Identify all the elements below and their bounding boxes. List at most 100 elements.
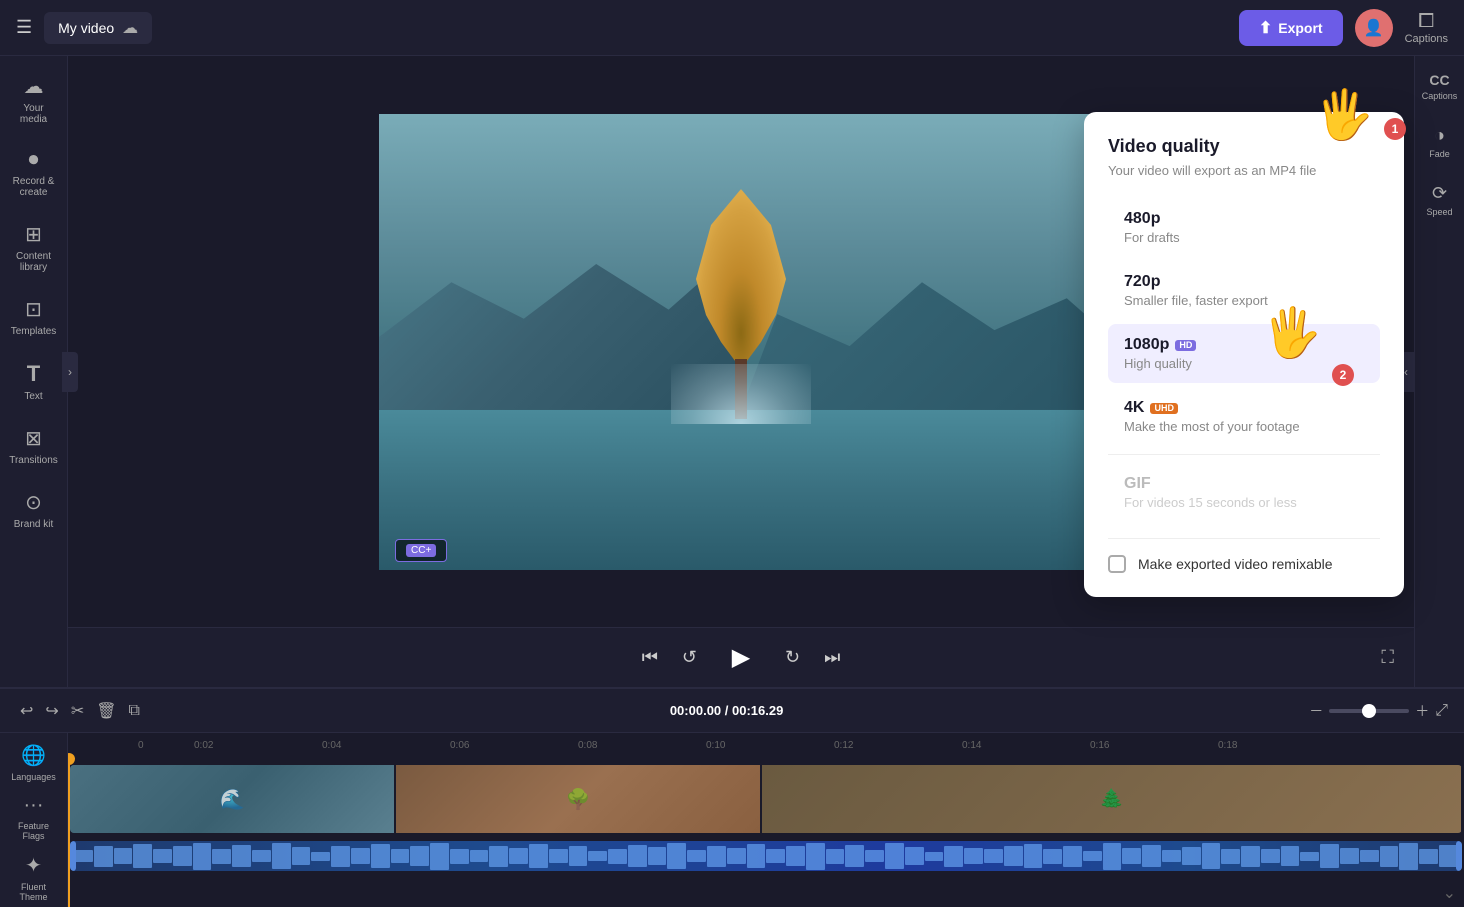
- audio-track-content[interactable]: [70, 841, 1462, 871]
- right-tool-fade[interactable]: ◑ Fade: [1417, 117, 1463, 167]
- timeline-scroll-down[interactable]: ⌄: [1443, 883, 1456, 903]
- ruler-mark-18: 0:18: [1218, 740, 1346, 751]
- sidebar-item-feature-flags[interactable]: ··· Feature Flags: [4, 788, 64, 847]
- sidebar-item-templates[interactable]: ⊡ Templates: [4, 287, 64, 347]
- wave-bar: [608, 849, 627, 864]
- wave-bar: [450, 849, 469, 864]
- sidebar-label-your-media: Your media: [10, 103, 58, 125]
- cursor-badge-2: 2: [1332, 364, 1354, 386]
- video-track-content[interactable]: 🌊 🌳: [70, 765, 1462, 833]
- zoom-out-button[interactable]: －: [1309, 701, 1323, 721]
- wave-bar: [1261, 849, 1280, 863]
- hamburger-icon[interactable]: ☰: [16, 17, 32, 38]
- sidebar-label-brand-kit: Brand kit: [14, 519, 53, 530]
- video-segment-3[interactable]: 🌲: [762, 765, 1462, 833]
- project-name-tag[interactable]: My video ☁: [44, 12, 152, 44]
- sidebar-collapse-toggle[interactable]: ›: [62, 352, 68, 392]
- remixable-checkbox[interactable]: [1108, 555, 1126, 573]
- wave-bar: [371, 844, 390, 868]
- hd-badge: HD: [1175, 340, 1196, 351]
- quality-option-720p[interactable]: 720p Smaller file, faster export: [1108, 261, 1380, 320]
- rewind-button[interactable]: ↺: [682, 647, 697, 668]
- avatar[interactable]: 👤: [1355, 9, 1393, 47]
- bottom-panel: ↩ ↪ ✂ 🗑 ⧉ 00:00.00 / 00:16.29 － ＋ ⤢ 🌐 La…: [0, 687, 1464, 907]
- subtitle-badge: CC+: [406, 544, 436, 557]
- topbar-left: ☰ My video ☁: [16, 12, 152, 44]
- skip-to-end-button[interactable]: ⏭: [824, 647, 840, 668]
- ruler-mark-12: 0:12: [834, 740, 962, 751]
- captions-top-icon[interactable]: ⧠ Captions: [1405, 10, 1448, 45]
- quality-option-gif[interactable]: GIF For videos 15 seconds or less: [1108, 463, 1380, 522]
- duplicate-button[interactable]: ⧉: [125, 698, 144, 724]
- wave-bar: [1004, 846, 1023, 866]
- ruler-mark-0: 0: [138, 740, 194, 751]
- video-track[interactable]: 🌊 🌳: [68, 765, 1464, 837]
- right-tool-captions[interactable]: CC Captions: [1417, 64, 1463, 109]
- wave-bar: [133, 844, 152, 868]
- sidebar-item-record-create[interactable]: ⏺ Record & create: [4, 139, 64, 208]
- wave-bar: [1182, 847, 1201, 865]
- wave-bar: [311, 852, 330, 861]
- redo-button[interactable]: ↪: [41, 697, 62, 725]
- wave-bar: [707, 846, 726, 867]
- wave-bar: [1320, 844, 1339, 868]
- quality-option-4k[interactable]: 4K UHD Make the most of your footage: [1108, 387, 1380, 446]
- speed-icon: ⟳: [1432, 183, 1447, 204]
- fullscreen-button[interactable]: ⛶: [1381, 647, 1394, 668]
- undo-button[interactable]: ↩: [16, 697, 37, 725]
- wave-bar: [905, 847, 924, 865]
- sidebar-label-feature-flags: Feature Flags: [8, 821, 60, 841]
- forward-button[interactable]: ↻: [785, 647, 800, 668]
- expand-timeline-button[interactable]: ⤢: [1435, 702, 1448, 720]
- audio-track[interactable]: [68, 841, 1464, 877]
- thumb-tree-3: 🌲: [1099, 787, 1124, 812]
- wave-bar: [529, 844, 548, 868]
- sidebar-item-your-media[interactable]: ☁ Your media: [4, 64, 64, 135]
- delete-button[interactable]: 🗑: [92, 697, 120, 725]
- ruler-mark-4: 0:04: [322, 740, 450, 751]
- thumb-tree-1: 🌊: [220, 787, 245, 812]
- wave-bar: [1300, 852, 1319, 861]
- wave-bar: [489, 846, 508, 867]
- wave-bar: [1103, 843, 1122, 870]
- record-icon: ⏺: [29, 149, 39, 172]
- video-segment-2[interactable]: 🌳: [396, 765, 761, 833]
- wave-bar: [509, 848, 528, 865]
- remixable-label[interactable]: Make exported video remixable: [1138, 556, 1333, 572]
- wave-bar: [925, 852, 944, 861]
- sidebar-item-content-library[interactable]: ⊞ Content library: [4, 212, 64, 283]
- audio-handle-right[interactable]: [1456, 841, 1462, 871]
- tree-foliage: [691, 189, 791, 369]
- subtitle-bar: CC+: [395, 539, 447, 562]
- sidebar-item-brand-kit[interactable]: ⊙ Brand kit: [4, 480, 64, 540]
- playhead-line: [68, 757, 70, 907]
- quality-subtitle: Your video will export as an MP4 file: [1108, 163, 1380, 178]
- thumb-tree-2: 🌳: [566, 787, 591, 812]
- skip-to-start-button[interactable]: ⏮: [642, 647, 658, 668]
- upload-icon: ⬆: [1259, 18, 1272, 38]
- export-label: Export: [1278, 20, 1322, 36]
- wave-bar: [94, 846, 113, 867]
- play-pause-button[interactable]: ▶: [721, 638, 761, 678]
- sidebar-item-text[interactable]: T Text: [4, 351, 64, 412]
- zoom-slider[interactable]: [1329, 709, 1409, 713]
- video-segment-1[interactable]: 🌊: [70, 765, 395, 833]
- sidebar-item-transitions[interactable]: ⊠ Transitions: [4, 416, 64, 476]
- sidebar-item-languages[interactable]: 🌐 Languages: [4, 737, 64, 788]
- zoom-in-button[interactable]: ＋: [1415, 701, 1429, 721]
- media-icon: ☁: [24, 74, 44, 99]
- timeline-area: 🌐 Languages ··· Feature Flags ✦ Fluent T…: [0, 733, 1464, 907]
- right-tool-speed-label: Speed: [1426, 207, 1452, 217]
- captions-right-icon: CC: [1429, 72, 1449, 88]
- quality-option-480p[interactable]: 480p For drafts: [1108, 198, 1380, 257]
- audio-handle-left[interactable]: [70, 841, 76, 871]
- cut-button[interactable]: ✂: [67, 697, 88, 725]
- quality-name-720p: 720p: [1124, 273, 1364, 291]
- sidebar-item-fluent-theme[interactable]: ✦ Fluent Theme: [4, 847, 64, 907]
- right-tool-speed[interactable]: ⟳ Speed: [1417, 175, 1463, 225]
- wave-bar: [232, 845, 251, 868]
- ruler-mark-16: 0:16: [1090, 740, 1218, 751]
- wave-bar: [1142, 845, 1161, 868]
- wave-bar: [588, 851, 607, 862]
- export-button[interactable]: ⬆ Export: [1239, 10, 1343, 46]
